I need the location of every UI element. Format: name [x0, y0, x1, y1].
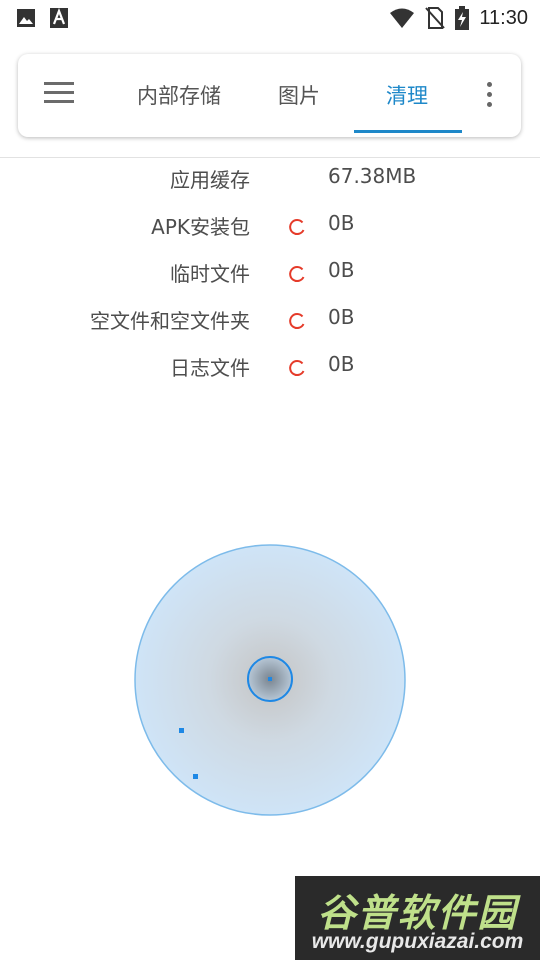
list-item-apk[interactable]: APK安装包 0B [0, 207, 540, 247]
toolbar-card: 内部存储 图片 清理 [18, 54, 521, 137]
tab-clean[interactable]: 清理 [386, 80, 428, 110]
radar-blip [179, 728, 184, 733]
item-label: 空文件和空文件夹 [90, 309, 250, 333]
loading-spinner-icon [289, 266, 305, 283]
tab-internal-storage[interactable]: 内部存储 [137, 80, 221, 110]
radar-blip [193, 774, 198, 779]
item-value: 0B [328, 211, 355, 235]
active-tab-indicator [354, 130, 462, 133]
battery-charging-icon [455, 6, 470, 30]
item-label: 临时文件 [170, 262, 250, 286]
image-icon [17, 9, 35, 27]
font-icon [50, 8, 68, 28]
list-item-temp-files[interactable]: 临时文件 0B [0, 254, 540, 294]
item-value: 0B [328, 258, 355, 282]
no-sim-icon [425, 7, 446, 29]
watermark-logo: 谷普软件园 www.gupuxiazai.com [295, 876, 540, 960]
item-label: APK安装包 [151, 215, 250, 239]
list-item-log-files[interactable]: 日志文件 0B [0, 348, 540, 388]
item-value: 0B [328, 352, 355, 376]
item-value: 0B [328, 305, 355, 329]
item-label: 日志文件 [170, 356, 250, 380]
item-label: 应用缓存 [170, 168, 250, 192]
loading-spinner-icon [289, 313, 305, 330]
screen: 11:30 内部存储 图片 清理 应用缓存 67.38MB APK安装包 0B … [0, 0, 540, 960]
tab-images[interactable]: 图片 [278, 80, 320, 110]
wifi-icon [390, 8, 415, 28]
more-vert-icon[interactable] [482, 82, 496, 110]
item-value: 67.38MB [328, 164, 417, 188]
scan-radar [134, 544, 406, 816]
status-time: 11:30 [479, 6, 528, 29]
status-bar: 11:30 [0, 0, 540, 36]
list-item-app-cache[interactable]: 应用缓存 67.38MB [0, 160, 540, 200]
list-item-empty-files[interactable]: 空文件和空文件夹 0B [0, 301, 540, 341]
radar-center-dot [268, 677, 272, 681]
watermark-text: 谷普软件园 [317, 891, 518, 935]
hamburger-icon[interactable] [44, 82, 74, 108]
divider [0, 157, 540, 158]
loading-spinner-icon [289, 219, 305, 236]
loading-spinner-icon [289, 360, 305, 377]
watermark-url: www.gupuxiazai.com [311, 930, 524, 953]
